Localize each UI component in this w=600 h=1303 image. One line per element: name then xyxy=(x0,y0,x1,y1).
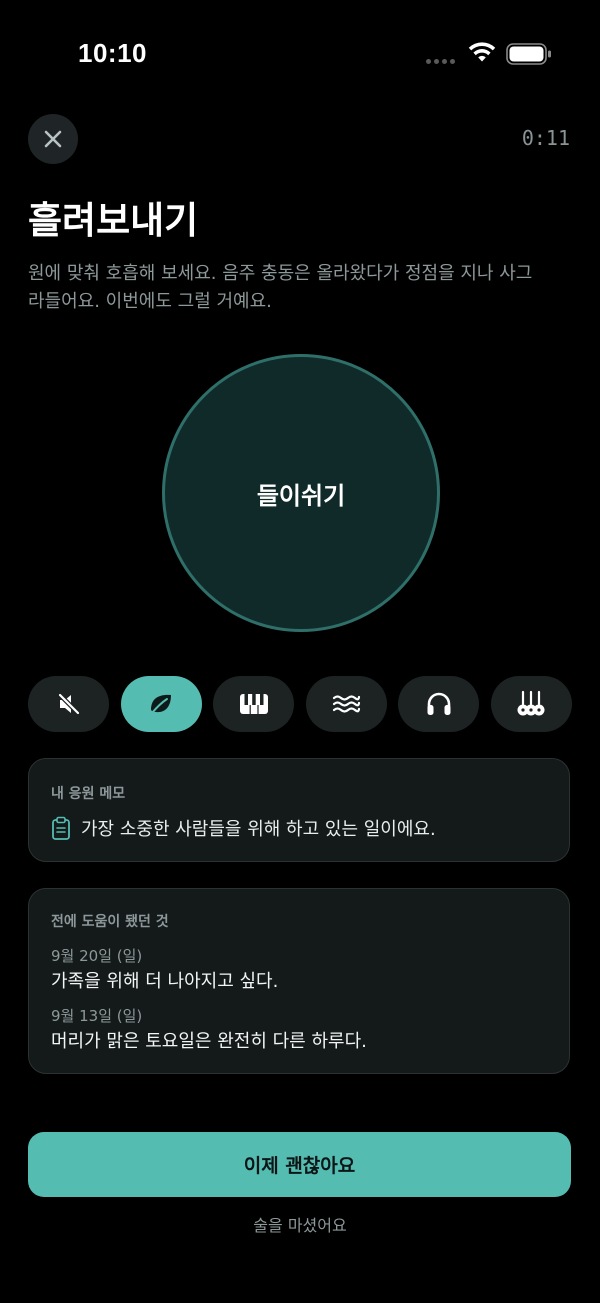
mute-icon xyxy=(57,692,80,716)
session-timer: 0:11 xyxy=(521,126,570,150)
close-icon xyxy=(44,130,62,148)
history-text: 머리가 맑은 토요일은 완전히 다른 하루다. xyxy=(51,1031,367,1052)
status-time: 10:10 xyxy=(78,38,147,68)
history-label: 전에 도움이 됐던 것 xyxy=(51,914,169,930)
sound-option-headphones[interactable] xyxy=(398,676,480,732)
headphones-icon xyxy=(427,692,451,715)
sound-option-guitars[interactable] xyxy=(490,676,572,732)
i-drank-link[interactable]: 술을 마셨어요 xyxy=(0,1212,600,1236)
clipboard-icon xyxy=(52,816,70,840)
memo-text: 가장 소중한 사람들을 위해 하고 있는 일이에요. xyxy=(81,819,436,840)
wifi-icon xyxy=(468,42,496,62)
page-title: 흘려보내기 xyxy=(28,199,199,242)
history-date: 9월 13일 (일) xyxy=(51,1007,143,1025)
waves-icon xyxy=(333,695,361,713)
breathing-circle: 들이쉬기 xyxy=(162,354,440,632)
status-bar: 10:10 xyxy=(0,0,600,110)
page-description: 원에 맞춰 호흡해 보세요. 음주 충동은 올라왔다가 정점을 지나 사그라들어… xyxy=(28,263,533,312)
sound-option-nature[interactable] xyxy=(120,676,202,732)
close-button[interactable] xyxy=(28,114,78,164)
cellular-signal-icon xyxy=(426,59,455,64)
guitars-icon xyxy=(517,690,545,716)
helpful-history-card: 전에 도움이 됐던 것 9월 20일 (일) 가족을 위해 더 나아지고 싶다.… xyxy=(28,888,570,1074)
sound-option-waves[interactable] xyxy=(305,676,387,732)
breath-phase-label: 들이쉬기 xyxy=(256,481,346,510)
sound-option-mute[interactable] xyxy=(28,676,109,732)
piano-icon xyxy=(239,694,268,714)
im-okay-button[interactable]: 이제 괜찮아요 xyxy=(28,1132,571,1197)
support-memo-card: 내 응원 메모 가장 소중한 사람들을 위해 하고 있는 일이에요. xyxy=(28,758,570,862)
leaf-icon xyxy=(151,694,172,714)
history-date: 9월 20일 (일) xyxy=(51,947,143,965)
memo-row: 가장 소중한 사람들을 위해 하고 있는 일이에요. xyxy=(51,815,436,841)
memo-label: 내 응원 메모 xyxy=(51,786,126,802)
sound-options xyxy=(28,676,572,732)
history-text: 가족을 위해 더 나아지고 싶다. xyxy=(51,971,279,992)
sound-option-piano[interactable] xyxy=(213,676,295,732)
battery-icon xyxy=(506,43,551,65)
